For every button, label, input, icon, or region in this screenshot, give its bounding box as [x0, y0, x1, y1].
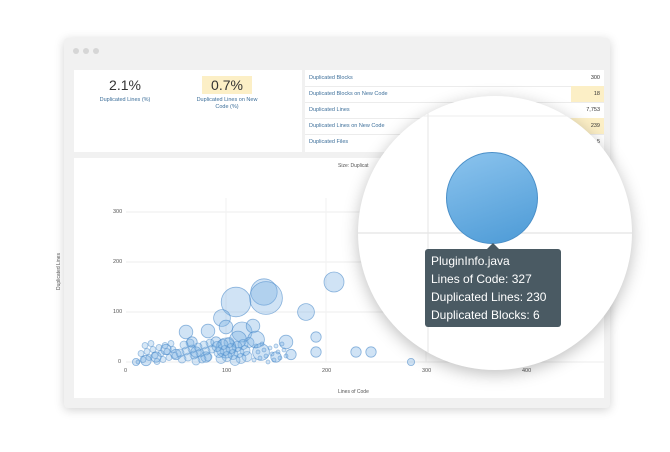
dup-lines-new-pct-value[interactable]: 0.7% [202, 77, 252, 93]
dup-lines-pct-value[interactable]: 2.1% [100, 77, 150, 93]
chart-bubble[interactable] [323, 271, 345, 293]
chart-bubble[interactable] [139, 356, 147, 363]
chart-bubble[interactable] [249, 281, 283, 315]
chart-bubble[interactable] [169, 346, 177, 353]
chart-bubble[interactable] [159, 356, 167, 363]
chart-bubble[interactable] [310, 331, 322, 343]
chart-bubble[interactable] [255, 349, 261, 355]
chart-bubble[interactable] [251, 357, 257, 363]
y-tick-100: 100 [113, 309, 123, 315]
window-maximize-dot[interactable] [93, 48, 99, 54]
chart-bubble[interactable] [135, 359, 141, 365]
chart-bubble[interactable] [259, 341, 265, 347]
chart-bubble[interactable] [267, 345, 273, 351]
chart-bubble[interactable] [211, 341, 223, 352]
plugininfo-bubble[interactable] [446, 152, 538, 244]
chart-bubble[interactable] [179, 340, 189, 350]
window-minimize-dot[interactable] [83, 48, 89, 54]
chart-bubble[interactable] [167, 340, 175, 347]
tooltip-dup-lines: Duplicated Lines: 230 [431, 290, 547, 304]
chart-bubble[interactable] [175, 348, 185, 358]
dup-lines-new-pct-label: Duplicated Lines on New Code (%) [196, 97, 258, 110]
table-row[interactable]: Duplicated Blocks 300 [305, 70, 604, 87]
row-label[interactable]: Duplicated Lines [309, 107, 350, 113]
tooltip-arrow [487, 243, 499, 249]
chart-bubble[interactable] [283, 353, 289, 359]
y-tick-300: 300 [113, 209, 123, 215]
chart-bubble[interactable] [261, 347, 267, 353]
bubble-tooltip: PluginInfo.java Lines of Code: 327 Dupli… [425, 243, 561, 327]
chart-bubble[interactable] [155, 344, 163, 351]
chart-bubble[interactable] [143, 348, 151, 355]
x-tick-200: 200 [322, 368, 332, 374]
chart-bubble[interactable] [275, 349, 281, 355]
chart-bubble[interactable] [257, 355, 263, 361]
chart-bubble[interactable] [157, 350, 165, 357]
y-axis-label: Duplicated Lines [56, 253, 62, 290]
chart-bubble[interactable] [277, 355, 283, 361]
chart-bubble[interactable] [141, 342, 149, 349]
chart-bubble[interactable] [269, 351, 275, 357]
chart-bubble[interactable] [161, 342, 169, 349]
chart-bubble[interactable] [200, 323, 216, 339]
chart-bubble[interactable] [281, 347, 287, 353]
chart-bubble[interactable] [218, 319, 234, 335]
tooltip-dup-blocks: Duplicated Blocks: 6 [431, 308, 540, 322]
x-tick-100: 100 [222, 368, 232, 374]
chart-bubble[interactable] [279, 341, 285, 347]
window-close-dot[interactable] [73, 48, 79, 54]
chart-bubble[interactable] [265, 359, 271, 365]
chart-bubble[interactable] [310, 346, 322, 358]
row-value[interactable]: 300 [591, 75, 600, 81]
chart-bubble[interactable] [165, 354, 173, 361]
row-label[interactable]: Duplicated Files [309, 139, 348, 145]
chart-bubble[interactable] [273, 343, 279, 349]
chart-bubble[interactable] [153, 358, 161, 365]
x-tick-0: 0 [124, 368, 128, 374]
chart-bubble[interactable] [253, 343, 259, 349]
dup-lines-pct-label: Duplicated Lines (%) [99, 97, 151, 103]
chart-bubble[interactable] [145, 354, 153, 361]
y-tick-200: 200 [113, 259, 123, 265]
chart-bubble[interactable] [271, 357, 277, 363]
chart-bubble[interactable] [137, 350, 145, 357]
chart-bubble[interactable] [297, 303, 315, 321]
row-label[interactable]: Duplicated Blocks [309, 75, 353, 81]
tooltip-file: PluginInfo.java [431, 254, 510, 268]
chart-bubble[interactable] [151, 352, 159, 359]
chart-bubble[interactable] [147, 340, 155, 347]
title-bar [64, 38, 610, 64]
x-axis-label: Lines of Code [338, 389, 369, 395]
y-tick-0: 0 [118, 359, 122, 365]
chart-bubble[interactable] [149, 346, 157, 353]
chart-bubble[interactable] [263, 353, 269, 359]
chart-bubble[interactable] [163, 348, 171, 355]
chart-bubble[interactable] [245, 318, 261, 334]
tooltip-loc: Lines of Code: 327 [431, 272, 532, 286]
